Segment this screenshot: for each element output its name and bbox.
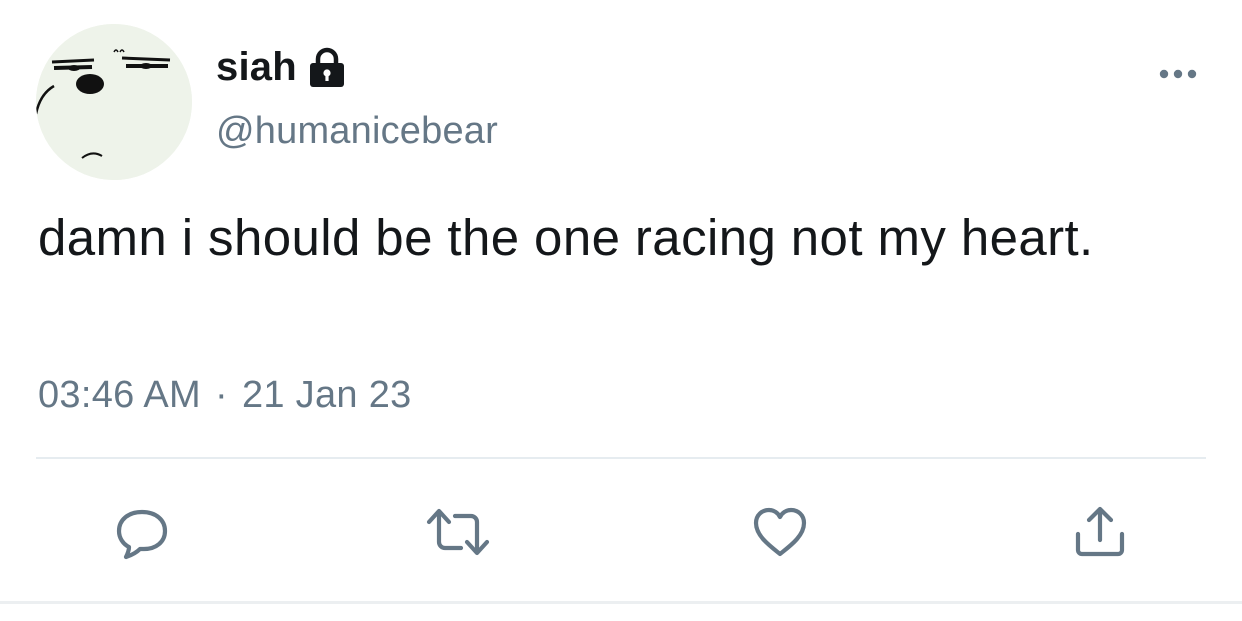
author-name-row: siah — [216, 42, 347, 92]
tweet-card: siah @humanicebear damn i should be the … — [0, 0, 1242, 621]
bottom-divider — [0, 601, 1242, 604]
profile-avatar[interactable] — [36, 24, 192, 180]
tweet-text: damn i should be the one racing not my h… — [38, 209, 1094, 266]
lock-icon — [307, 46, 347, 88]
tweet-date: 21 Jan 23 — [241, 374, 412, 416]
reply-icon — [112, 502, 172, 562]
display-name[interactable]: siah — [216, 45, 297, 90]
like-icon — [750, 502, 810, 562]
more-horizontal-icon[interactable] — [1156, 62, 1200, 86]
bear-face-avatar-icon — [36, 24, 192, 180]
retweet-icon — [423, 502, 493, 562]
tweet-time: 03:46 AM — [38, 374, 201, 416]
timestamp-separator: · — [214, 374, 228, 416]
reply-button[interactable] — [110, 500, 174, 564]
share-icon — [1070, 502, 1130, 562]
retweet-button[interactable] — [426, 500, 490, 564]
user-handle[interactable]: @humanicebear — [216, 110, 498, 153]
like-button[interactable] — [748, 500, 812, 564]
tweet-timestamp[interactable]: 03:46 AM · 21 Jan 23 — [38, 374, 412, 417]
divider — [36, 457, 1206, 459]
share-button[interactable] — [1068, 500, 1132, 564]
